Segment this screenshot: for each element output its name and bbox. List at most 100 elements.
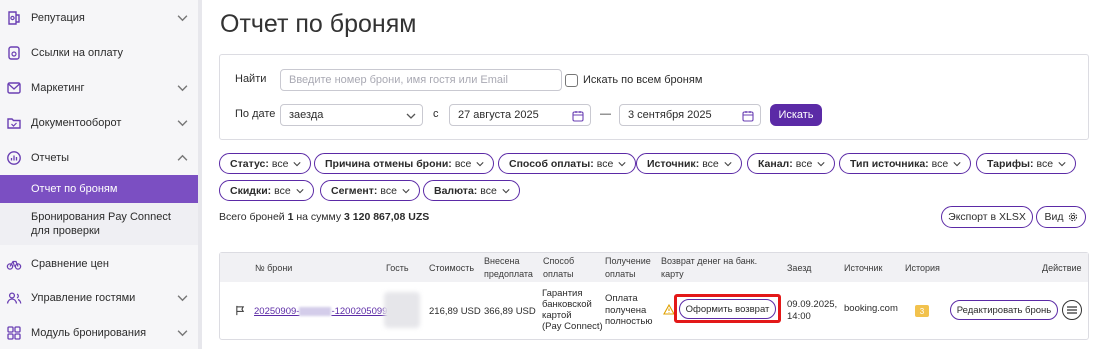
sidebar-item-label: Репутация — [31, 12, 85, 24]
chip-source[interactable]: Источник: все — [636, 153, 742, 174]
chevron-down-icon — [618, 161, 626, 166]
date-type-select[interactable]: заезда — [280, 104, 423, 126]
chip-status[interactable]: Статус: все — [219, 153, 312, 174]
th-source: Источник — [844, 263, 883, 273]
calendar-icon[interactable] — [572, 110, 584, 122]
chip-key: Причина отмены брони: — [325, 157, 452, 170]
th-prepaid-1: Внесена — [484, 256, 520, 266]
chevron-down-icon — [293, 161, 302, 166]
chip-key: Валюта: — [434, 184, 478, 197]
search-all-label: Искать по всем броням — [583, 74, 703, 86]
view-button[interactable]: Вид — [1036, 206, 1086, 228]
chip-channel[interactable]: Канал: все — [747, 153, 836, 174]
sidebar-subitem-pay-connect[interactable]: Бронирования Pay Connect для проверки — [0, 203, 198, 245]
chip-value: все — [380, 184, 397, 197]
th-cost: Стоимость — [429, 263, 475, 273]
th-prepaid-2: предоплата — [484, 269, 533, 279]
menu-icon — [1067, 306, 1077, 314]
chevron-down-icon — [476, 161, 484, 166]
th-method-1: Способ — [543, 256, 575, 266]
sidebar-item-marketing[interactable]: Маркетинг — [0, 71, 198, 105]
chevron-down-icon — [402, 188, 410, 193]
date-from-input[interactable]: 27 августа 2025 — [449, 104, 591, 126]
more-menu-button[interactable] — [1062, 300, 1082, 320]
chevron-down-icon — [953, 161, 961, 166]
refund-highlight-frame — [674, 294, 781, 323]
method-line: Гарантия — [542, 288, 583, 299]
from-label: с — [433, 108, 439, 120]
documents-icon — [7, 118, 21, 129]
chip-source-type[interactable]: Тип источника: все — [839, 153, 972, 174]
date-to-input[interactable]: 3 сентября 2025 — [619, 104, 761, 126]
summary-amount: 3 120 867,08 UZS — [344, 211, 430, 223]
chip-value: все — [702, 157, 719, 170]
summary-count: 1 — [287, 211, 294, 223]
chip-key: Канал: — [758, 157, 793, 170]
chip-value: все — [454, 157, 472, 170]
reputation-icon — [8, 11, 20, 25]
sidebar-item-label: Управление гостями — [31, 292, 136, 304]
sidebar-item-label: Документооборот — [31, 117, 122, 129]
view-button-label: Вид — [1044, 211, 1064, 223]
calendar-icon[interactable] — [742, 110, 754, 122]
bicycle-icon — [6, 260, 22, 270]
chip-key: Сегмент: — [331, 184, 378, 197]
filter-panel: Найти Введите номер брони, имя гостя или… — [219, 54, 1089, 140]
guests-icon — [6, 292, 22, 304]
date-range-dash: — — [600, 108, 611, 120]
method-line: банковской — [542, 299, 592, 310]
booking-number-link[interactable]: 20250909- -1200205099 — [254, 306, 387, 317]
date-from-value: 27 августа 2025 — [458, 109, 539, 121]
chip-value: все — [1036, 157, 1054, 170]
sidebar-subitem-label-line2: для проверки — [31, 225, 100, 237]
chip-cancel-reason[interactable]: Причина отмены брони: все — [314, 153, 495, 174]
sidebar-item-reports[interactable]: Отчеты — [0, 141, 198, 175]
search-input[interactable]: Введите номер брони, имя гостя или Email — [280, 69, 562, 91]
booking-number-suffix: -1200205099 — [331, 306, 388, 317]
chip-tariffs[interactable]: Тарифы: все — [976, 153, 1077, 174]
chevron-up-icon — [177, 154, 188, 161]
sidebar-item-documents[interactable]: Документооборот — [0, 106, 198, 140]
chevron-down-icon — [406, 113, 416, 119]
prepaid-value: 366,89 USD — [484, 306, 536, 317]
search-all-checkbox[interactable] — [565, 74, 578, 87]
th-receipt-1: Получение — [605, 256, 651, 266]
date-type-value: заезда — [289, 109, 324, 121]
flag-icon[interactable] — [235, 305, 246, 316]
summary-prefix: Всего броней — [219, 211, 285, 223]
edit-booking-button[interactable]: Редактировать бронь — [950, 300, 1058, 320]
sidebar-subitem-label-line1: Бронирования Pay Connect — [31, 211, 171, 223]
chevron-down-icon — [817, 161, 825, 166]
checkin-time: 14:00 — [787, 311, 811, 322]
search-button[interactable]: Искать — [770, 104, 822, 126]
chip-discounts[interactable]: Скидки: все — [219, 180, 314, 201]
chevron-down-icon — [724, 161, 732, 166]
sidebar-item-booking-module[interactable]: Модуль бронирования — [0, 316, 198, 349]
checkin-date: 09.09.2025, — [787, 299, 838, 310]
gear-icon — [1068, 212, 1077, 222]
sidebar-item-label: Отчеты — [31, 152, 70, 164]
sidebar-subitem-bookings-report[interactable]: Отчет по броням — [0, 175, 198, 203]
sidebar-item-price-compare[interactable]: Сравнение цен — [0, 247, 198, 281]
guest-name-redacted — [384, 292, 420, 328]
bookings-table: № брони Гость Стоимость Внесена предопла… — [219, 252, 1089, 340]
table-header: № брони Гость Стоимость Внесена предопла… — [220, 253, 1088, 282]
chip-segment[interactable]: Сегмент: все — [320, 180, 420, 201]
find-label: Найти — [235, 73, 267, 85]
source-value: booking.com — [844, 303, 898, 314]
summary-middle: на сумму — [296, 211, 342, 223]
chevron-down-icon — [177, 85, 188, 92]
receipt-line: получена — [605, 305, 647, 316]
chip-value: все — [271, 157, 289, 170]
export-xlsx-button[interactable]: Экспорт в XLSX — [941, 206, 1033, 228]
sidebar-divider — [198, 0, 202, 349]
th-checkin: Заезд — [787, 263, 812, 273]
sidebar-item-guests[interactable]: Управление гостями — [0, 281, 198, 315]
history-badge[interactable]: 3 — [915, 305, 929, 317]
chip-value: все — [274, 184, 291, 197]
sidebar-item-reputation[interactable]: Репутация — [0, 1, 198, 35]
sidebar-item-payment-links[interactable]: Ссылки на оплату — [0, 36, 198, 70]
chip-currency[interactable]: Валюта: все — [423, 180, 520, 201]
th-guest: Гость — [386, 263, 409, 273]
chip-payment-method[interactable]: Способ оплаты: все — [498, 153, 637, 174]
